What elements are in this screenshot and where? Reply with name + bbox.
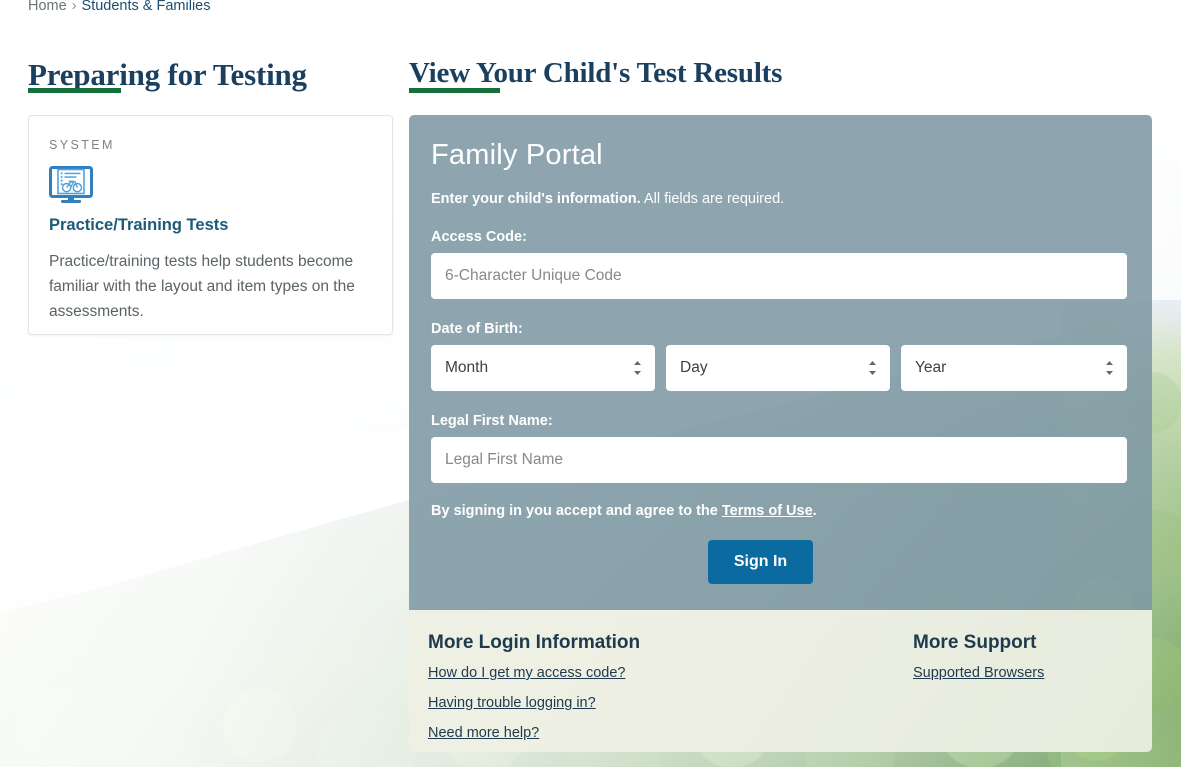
date-of-birth-row: Month Day Year xyxy=(431,345,1130,391)
card-kicker-label: SYSTEM xyxy=(49,138,115,152)
portal-subtitle-rest: All fields are required. xyxy=(640,191,785,207)
chevron-updown-icon xyxy=(633,360,642,376)
portal-title: Family Portal xyxy=(431,139,603,171)
legal-first-name-input[interactable] xyxy=(431,437,1127,483)
portal-subtitle: Enter your child's information. All fiel… xyxy=(431,191,1130,207)
footer-support-column: More Support Supported Browsers xyxy=(856,632,1152,752)
access-code-label: Access Code: xyxy=(431,229,527,245)
terms-prefix: By signing in you accept and agree to th… xyxy=(431,503,722,519)
terms-of-use-link[interactable]: Terms of Use xyxy=(722,503,813,519)
dob-day-select[interactable]: Day xyxy=(666,345,890,391)
breadcrumb-link-home[interactable]: Home xyxy=(28,0,67,14)
footer-link-access-code[interactable]: How do I get my access code? xyxy=(428,665,856,681)
heading-underline-left xyxy=(28,88,121,93)
chevron-updown-icon xyxy=(868,360,877,376)
breadcrumb: Home › Students & Families xyxy=(28,0,210,14)
breadcrumb-current: Students & Families xyxy=(81,0,211,14)
chevron-updown-icon xyxy=(1105,360,1114,376)
footer-support-title: More Support xyxy=(913,632,1037,653)
portal-subtitle-bold: Enter your child's information. xyxy=(431,191,641,207)
footer-link-supported-browsers[interactable]: Supported Browsers xyxy=(913,665,1152,681)
terms-suffix: . xyxy=(812,503,817,519)
footer-link-trouble-logging-in[interactable]: Having trouble logging in? xyxy=(428,695,856,711)
sign-in-button[interactable]: Sign In xyxy=(707,540,814,584)
dob-day-value: Day xyxy=(680,359,708,376)
family-portal-panel: Family Portal Enter your child's informa… xyxy=(409,115,1152,610)
footer-login-info-title: More Login Information xyxy=(428,632,641,653)
card-title: Practice/Training Tests xyxy=(49,216,229,234)
terms-agreement-text: By signing in you accept and agree to th… xyxy=(431,503,1130,519)
portal-footer: More Login Information How do I get my a… xyxy=(409,610,1152,752)
footer-login-info-column: More Login Information How do I get my a… xyxy=(409,632,856,752)
access-code-input[interactable] xyxy=(431,253,1127,299)
page-title-view-test-results: View Your Child's Test Results xyxy=(409,57,783,90)
footer-link-need-more-help[interactable]: Need more help? xyxy=(428,725,856,741)
dob-month-select[interactable]: Month xyxy=(431,345,655,391)
legal-first-name-label: Legal First Name: xyxy=(431,413,553,429)
heading-underline-right xyxy=(409,88,500,93)
dob-year-value: Year xyxy=(915,359,947,376)
card-description: Practice/training tests help students be… xyxy=(49,253,355,321)
breadcrumb-separator-icon: › xyxy=(71,0,77,14)
page-root: Home › Students & Families Preparing for T… xyxy=(0,0,1181,767)
sign-in-button-row: Sign In xyxy=(431,540,1130,584)
practice-test-monitor-icon xyxy=(49,166,93,204)
page-content: Home › Students & Families Preparing for T… xyxy=(0,0,1181,767)
dob-year-select[interactable]: Year xyxy=(901,345,1127,391)
practice-tests-card[interactable]: SYSTEM Practice/Training Tests Practice/… xyxy=(28,115,393,335)
date-of-birth-label: Date of Birth: xyxy=(431,321,523,337)
dob-month-value: Month xyxy=(445,359,489,376)
